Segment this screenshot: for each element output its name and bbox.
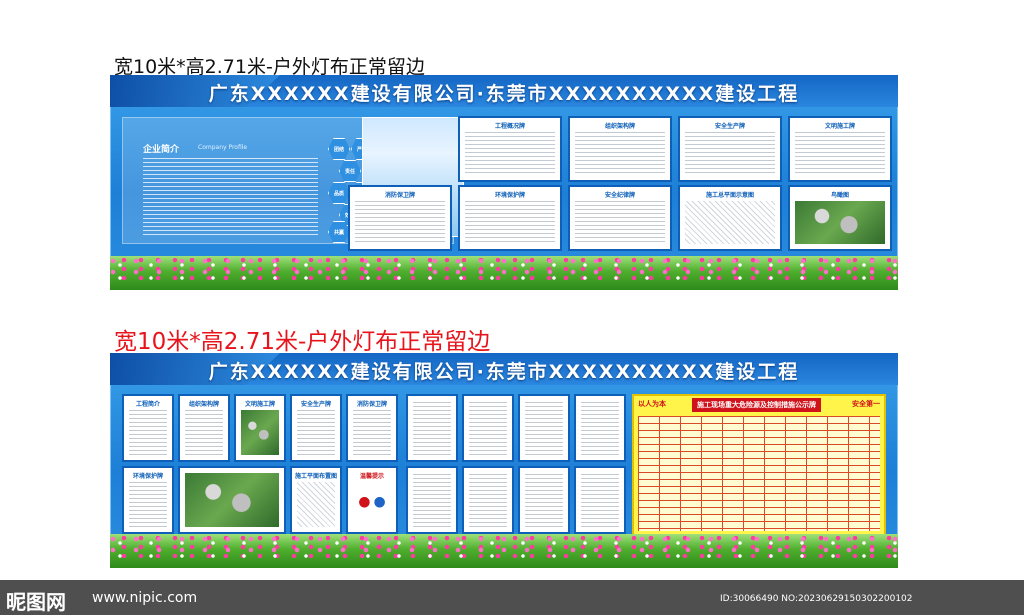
info-panel: 安全生产牌 [290, 394, 342, 462]
billboard-top: 广东XXXXXX建设有限公司·东莞市XXXXXXXXXX建设工程 企业简介 Co… [110, 75, 898, 290]
value-hex: 团结 [328, 138, 350, 160]
site-plan-panel: 施工平面布置图 [290, 466, 342, 534]
info-panel: 安全生产牌 [678, 116, 782, 182]
grass-footer [110, 534, 898, 568]
regulation-panel [462, 466, 514, 534]
board-header: 广东XXXXXX建设有限公司·东莞市XXXXXXXXXX建设工程 [110, 353, 898, 385]
value-hex: 责任 [339, 160, 361, 182]
intro-subtitle: Company Profile [198, 144, 248, 151]
intro-title: 企业简介 [143, 145, 180, 155]
notice-left-slogan: 以人为本 [638, 400, 666, 408]
info-panel: 安全纪律牌 [568, 185, 672, 251]
notice-title: 施工现场重大危险源及控制措施公示牌 [692, 398, 821, 412]
info-panel: 文明施工牌 [788, 116, 892, 182]
intro-text-block [143, 158, 318, 236]
reminder-panel: 温馨提示 [346, 466, 398, 534]
info-panel: 工程简介 [122, 394, 174, 462]
hazard-table [638, 416, 880, 531]
watermark-url: www.nipic.com [92, 590, 198, 606]
info-panel: 环境保护牌 [122, 466, 174, 534]
site-plan-panel: 施工总平面示意图 [678, 185, 782, 251]
regulation-panel [574, 466, 626, 534]
regulation-panel [574, 394, 626, 462]
regulation-panel [518, 394, 570, 462]
board-header: 广东XXXXXX建设有限公司·东莞市XXXXXXXXXX建设工程 [110, 75, 898, 107]
info-panel: 消防保卫牌 [348, 185, 452, 251]
regulation-panel [406, 466, 458, 534]
regulation-panel [406, 394, 458, 462]
aerial-view-panel [178, 466, 286, 534]
regulation-panel [518, 466, 570, 534]
billboard-bottom: 广东XXXXXX建设有限公司·东莞市XXXXXXXXXX建设工程 工程简介 组织… [110, 353, 898, 568]
info-panel: 环境保护牌 [458, 185, 562, 251]
notice-right-slogan: 安全第一 [852, 400, 880, 408]
info-panel: 文明施工牌 [234, 394, 286, 462]
grass-footer [110, 256, 898, 290]
info-panel: 组织架构牌 [568, 116, 672, 182]
watermark-id: ID:30066490 NO:20230629150302200102 [720, 594, 913, 604]
board-title: 广东XXXXXX建设有限公司·东莞市XXXXXXXXXX建设工程 [208, 361, 800, 383]
hazard-notice-board: 以人为本 施工现场重大危险源及控制措施公示牌 安全第一 [632, 394, 886, 537]
regulation-panel [462, 394, 514, 462]
aerial-view-panel: 鸟瞰图 [788, 185, 892, 251]
watermark-site-name: 昵图网 [6, 590, 66, 614]
info-panel: 组织架构牌 [178, 394, 230, 462]
info-panel: 工程概况牌 [458, 116, 562, 182]
caption-bottom: 宽10米*高2.71米-户外灯布正常留边 [114, 329, 491, 355]
value-hex: 品质 [328, 182, 350, 204]
info-panel: 消防保卫牌 [346, 394, 398, 462]
board-title: 广东XXXXXX建设有限公司·东莞市XXXXXXXXXX建设工程 [208, 83, 800, 105]
